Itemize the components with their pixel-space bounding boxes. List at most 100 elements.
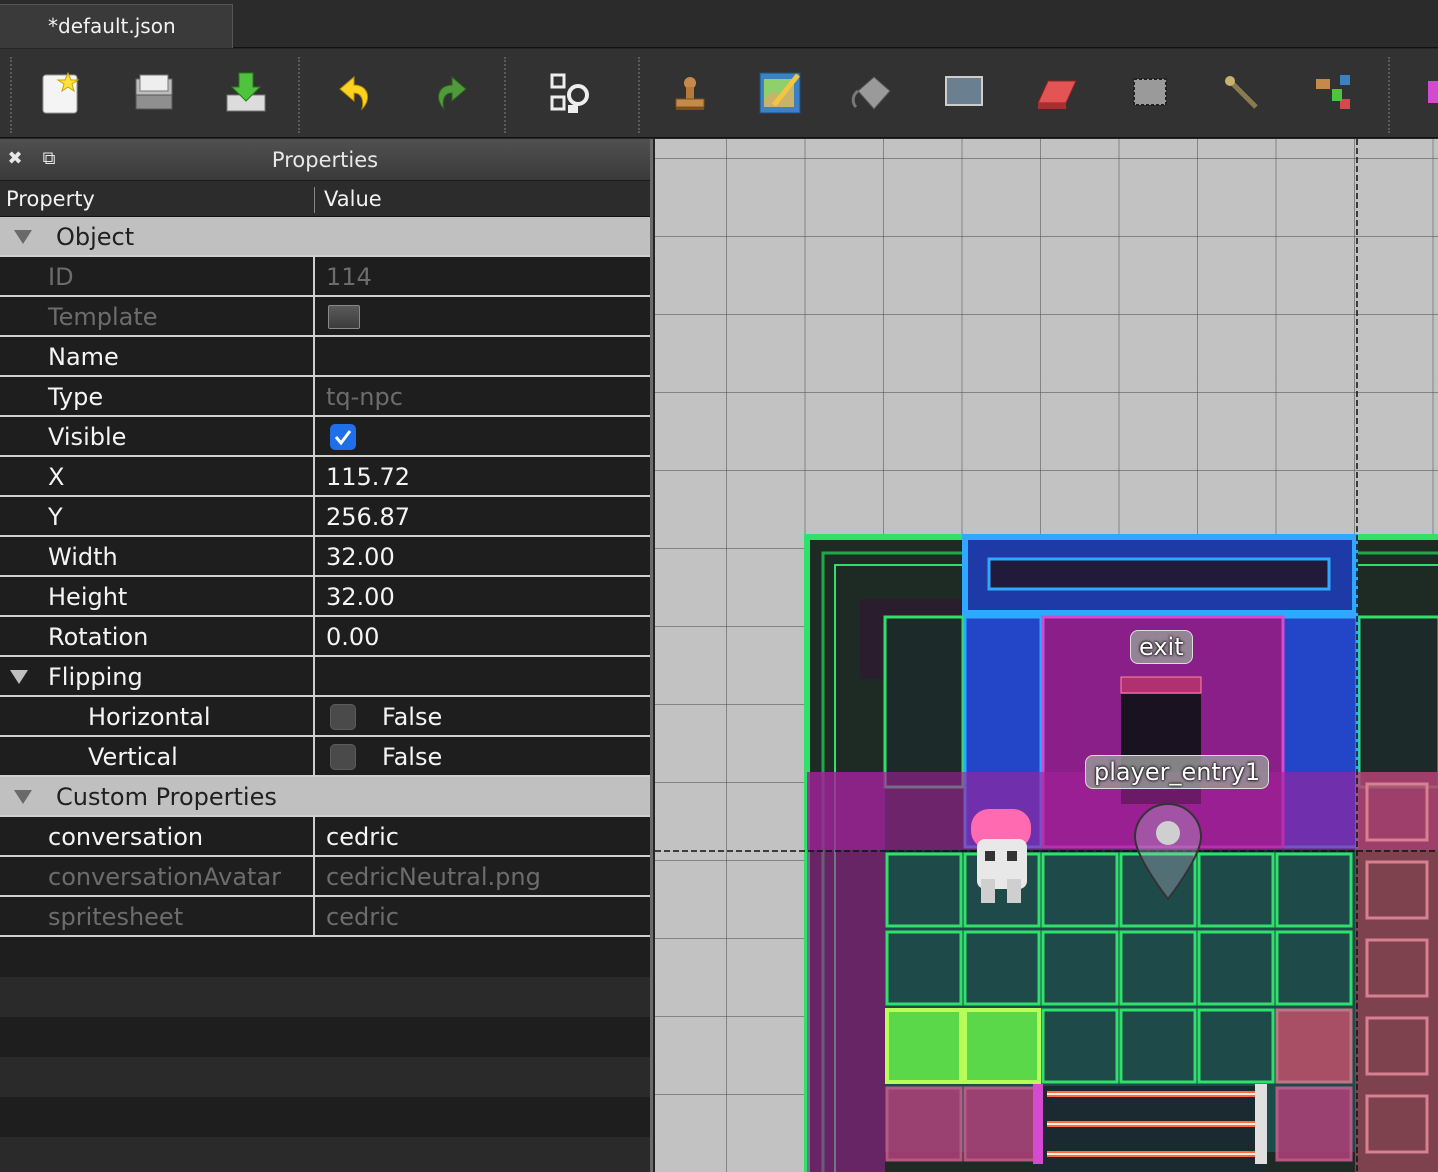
value-divider (313, 457, 315, 495)
empty-row (0, 1137, 650, 1172)
map-object-label-exit[interactable]: exit (1130, 630, 1193, 664)
properties-panel: ✖ ⧉ Properties Property Value Object ID … (0, 139, 653, 1172)
expand-triangle-icon[interactable] (14, 790, 32, 804)
property-row-x[interactable]: X 115.72 (0, 457, 650, 497)
property-key: Template (48, 303, 158, 331)
property-key: Visible (48, 423, 127, 451)
bucket-fill-icon[interactable] (848, 69, 896, 117)
group-label: Custom Properties (56, 783, 277, 811)
property-key: X (48, 463, 65, 491)
property-row-conversation[interactable]: conversation cedric (0, 817, 650, 857)
empty-row (0, 1057, 650, 1097)
property-row-rotation[interactable]: Rotation 0.00 (0, 617, 650, 657)
toolbar-separator (10, 57, 12, 133)
map-canvas[interactable]: exit player_entry1 (655, 139, 1438, 1172)
property-key: conversation (48, 823, 204, 851)
value-divider (313, 537, 315, 575)
value-divider (313, 657, 315, 695)
property-row-vertical[interactable]: Vertical False (0, 737, 650, 777)
property-row-visible[interactable]: Visible (0, 417, 650, 457)
spritesheet-field[interactable]: cedric (326, 897, 399, 937)
undo-icon[interactable] (332, 69, 380, 117)
redo-icon[interactable] (426, 69, 474, 117)
value-divider (313, 817, 315, 855)
type-field[interactable]: tq-npc (326, 377, 403, 417)
property-key: Y (48, 503, 63, 531)
conversation-avatar-field[interactable]: cedricNeutral.png (326, 857, 541, 897)
x-field[interactable]: 115.72 (326, 457, 410, 497)
toolbar-separator (298, 57, 300, 133)
expand-triangle-icon[interactable] (14, 230, 32, 244)
tab-title: *default.json (48, 14, 176, 38)
height-field[interactable]: 32.00 (326, 577, 395, 617)
map-object-label-player-entry[interactable]: player_entry1 (1085, 755, 1270, 789)
property-row-id[interactable]: ID 114 (0, 257, 650, 297)
shape-fill-icon[interactable] (940, 69, 988, 117)
property-key: Rotation (48, 623, 149, 651)
empty-row (0, 1017, 650, 1057)
property-key: Name (48, 343, 119, 371)
tile-layer (655, 139, 1438, 1172)
horizontal-checkbox[interactable] (330, 704, 356, 730)
property-key: spritesheet (48, 903, 184, 931)
tab-default-json[interactable]: *default.json (0, 4, 233, 48)
value-divider (313, 857, 315, 895)
group-label: Object (56, 223, 135, 251)
property-key: Height (48, 583, 128, 611)
property-row-height[interactable]: Height 32.00 (0, 577, 650, 617)
stamp-brush-icon[interactable] (666, 69, 714, 117)
property-key: Width (48, 543, 118, 571)
property-value: False (382, 743, 443, 771)
value-divider (313, 697, 315, 735)
visible-checkbox[interactable] (330, 424, 356, 450)
value-divider (313, 577, 315, 615)
rectangular-select-icon[interactable] (1126, 69, 1174, 117)
new-map-icon[interactable] (38, 69, 86, 117)
property-row-template[interactable]: Template (0, 297, 650, 337)
terrain-brush-icon[interactable] (756, 69, 804, 117)
select-same-tile-icon[interactable] (1310, 69, 1358, 117)
y-field[interactable]: 256.87 (326, 497, 410, 537)
property-value: 114 (326, 263, 372, 291)
toolbar-separator (638, 57, 640, 133)
template-icon[interactable] (328, 305, 360, 329)
properties-panel-title-bar: ✖ ⧉ Properties (0, 139, 650, 181)
save-icon[interactable] (222, 69, 270, 117)
properties-column-header: Property Value (0, 181, 650, 217)
column-value[interactable]: Value (324, 181, 382, 217)
value-divider (313, 337, 315, 375)
property-row-flipping[interactable]: Flipping (0, 657, 650, 697)
property-row-horizontal[interactable]: Horizontal False (0, 697, 650, 737)
width-field[interactable]: 32.00 (326, 537, 395, 577)
main-toolbar (0, 49, 1438, 179)
value-divider (313, 897, 315, 935)
expand-triangle-icon[interactable] (10, 670, 28, 684)
overflow-tool-icon[interactable] (1424, 69, 1438, 117)
conversation-field[interactable]: cedric (326, 817, 399, 857)
property-key: conversationAvatar (48, 863, 282, 891)
property-row-conversation-avatar[interactable]: conversationAvatar cedricNeutral.png (0, 857, 650, 897)
open-file-icon[interactable] (130, 69, 178, 117)
property-row-width[interactable]: Width 32.00 (0, 537, 650, 577)
commands-icon[interactable] (546, 69, 594, 117)
property-row-type[interactable]: Type tq-npc (0, 377, 650, 417)
value-divider (313, 257, 315, 295)
tab-bar: *default.json (0, 0, 1438, 48)
group-custom-properties[interactable]: Custom Properties (0, 777, 650, 817)
group-object[interactable]: Object (0, 217, 650, 257)
column-property[interactable]: Property (6, 181, 95, 217)
eraser-icon[interactable] (1032, 69, 1080, 117)
value-divider (313, 497, 315, 535)
property-row-name[interactable]: Name (0, 337, 650, 377)
checkmark-icon (334, 430, 352, 446)
property-row-spritesheet[interactable]: spritesheet cedric (0, 897, 650, 937)
rotation-field[interactable]: 0.00 (326, 617, 379, 657)
property-key: Flipping (48, 663, 143, 691)
value-divider (313, 377, 315, 415)
magic-wand-icon[interactable] (1218, 69, 1266, 117)
property-key: Horizontal (88, 703, 211, 731)
toolbar-separator (1388, 57, 1390, 133)
vertical-checkbox[interactable] (330, 744, 356, 770)
value-divider (313, 737, 315, 775)
property-row-y[interactable]: Y 256.87 (0, 497, 650, 537)
